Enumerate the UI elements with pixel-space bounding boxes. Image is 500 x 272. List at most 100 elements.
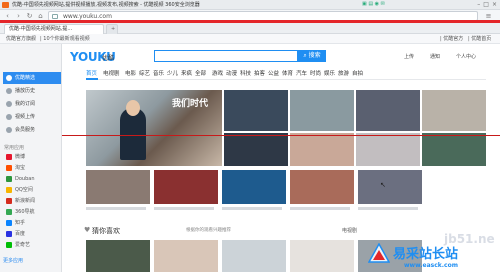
nav-360-icon — [6, 209, 12, 215]
sidebar-item-subscriptions[interactable]: 我的订阅 — [3, 98, 61, 110]
video-tile[interactable] — [422, 133, 486, 166]
nav-item[interactable]: 来疯 — [181, 70, 192, 79]
search-input[interactable] — [154, 50, 298, 62]
sidebar-more-apps[interactable]: 更多应用 — [3, 257, 23, 264]
back-icon[interactable]: ‹ — [3, 12, 12, 20]
video-tile[interactable] — [154, 170, 218, 204]
video-tile[interactable] — [290, 240, 354, 272]
video-tile[interactable] — [290, 90, 354, 131]
browser-logo-icon — [2, 2, 9, 8]
nav-item[interactable]: 游戏 — [212, 70, 223, 79]
youku-logo-cn: 优酷 — [102, 55, 115, 62]
nav-item[interactable]: 时尚 — [310, 70, 321, 79]
nav-item[interactable]: 少儿 — [167, 70, 178, 79]
sidebar-item-upload[interactable]: 视频上传 — [3, 111, 61, 123]
lock-icon — [52, 14, 58, 19]
sidebar-item-label: 播放历史 — [15, 88, 36, 94]
upload-link[interactable]: 上传 — [404, 53, 414, 60]
notify-link[interactable]: 通知 — [430, 53, 440, 60]
video-tile[interactable] — [222, 170, 286, 204]
sidebar-app-item[interactable]: 爱奇艺 — [3, 240, 61, 250]
nav-item[interactable]: 体育 — [282, 70, 293, 79]
user-center-link[interactable]: 个人中心 — [456, 53, 476, 60]
menu-icon[interactable]: ≡ — [484, 12, 493, 20]
bookmark-item[interactable]: | 优酷首页 — [468, 35, 491, 43]
nav-item[interactable]: 音乐 — [153, 70, 164, 79]
section-tv-label[interactable]: 电视剧 — [342, 227, 357, 234]
sidebar-app-item[interactable]: QQ空间 — [3, 185, 61, 195]
sidebar-app-item[interactable]: 知乎 — [3, 218, 61, 228]
hero-face — [126, 100, 140, 116]
video-tile[interactable] — [356, 90, 420, 131]
nav-item[interactable]: 动漫 — [226, 70, 237, 79]
video-tile[interactable] — [86, 240, 150, 272]
sidebar-app-label: 百度 — [15, 231, 26, 237]
sidebar-app-item[interactable]: Douban — [3, 174, 61, 184]
video-tile[interactable] — [154, 240, 218, 272]
video-tile[interactable] — [422, 90, 486, 131]
annotation-red-line — [62, 135, 500, 136]
window-titlebar: 优酷-中国领先视频网站,提供视频播放,视频发布,视频搜索 - 优酷视频 360安… — [0, 0, 500, 10]
bookmark-item[interactable]: | 优酷官方 — [440, 35, 463, 43]
nav-item[interactable]: 自拍 — [352, 70, 363, 79]
sidebar-app-item[interactable]: 淘宝 — [3, 163, 61, 173]
video-tile[interactable] — [358, 170, 422, 204]
sidebar-app-item[interactable]: 新浪新闻 — [3, 196, 61, 206]
nav-item[interactable]: 拍客 — [254, 70, 265, 79]
sidebar-item-membership[interactable]: 会员服务 — [3, 124, 61, 136]
nav-item[interactable]: 旅游 — [338, 70, 349, 79]
hero-banner[interactable]: 我们时代 — [86, 90, 222, 166]
nav-active-indicator — [86, 78, 98, 80]
tile-title-line — [222, 207, 282, 210]
sidebar-app-item[interactable]: 百度 — [3, 229, 61, 239]
sidebar-app-label: Douban — [15, 176, 35, 182]
search-button[interactable]: ⌕ 搜索 — [298, 50, 326, 62]
video-tile[interactable] — [224, 90, 288, 131]
tab-youku[interactable]: 优酷-中国领先视频网站,提... — [4, 24, 104, 34]
video-tile[interactable] — [222, 240, 286, 272]
nav-item[interactable]: 电影 — [125, 70, 136, 79]
sidebar-app-label: 知乎 — [15, 220, 26, 226]
window-controls: – □ × — [477, 1, 497, 9]
extension-icons[interactable]: ▣ ▤ ◉ ✉ — [362, 1, 385, 7]
video-tile[interactable] — [86, 170, 150, 204]
maximize-icon[interactable]: □ — [483, 1, 489, 9]
taobao-icon — [6, 165, 12, 171]
video-tile[interactable] — [224, 133, 288, 166]
search-icon: ⌕ — [303, 52, 307, 59]
sidebar-app-label: 360导航 — [15, 209, 35, 215]
sidebar-app-label: 新浪新闻 — [15, 198, 36, 204]
sidebar-app-item[interactable]: 360导航 — [3, 207, 61, 217]
bookmark-item[interactable]: | 10个你最新观看视频 — [40, 35, 90, 43]
iqiyi-icon — [6, 242, 12, 248]
forward-icon[interactable]: › — [14, 12, 23, 20]
video-tile[interactable] — [290, 170, 354, 204]
sidebar-app-label: QQ空间 — [15, 187, 33, 193]
nav-item[interactable]: 科技 — [240, 70, 251, 79]
close-icon[interactable]: × — [492, 1, 497, 9]
sidebar-heading: 常用应用 — [4, 145, 25, 151]
video-tile[interactable] — [290, 133, 354, 166]
sidebar-item-label: 我的订阅 — [15, 101, 36, 107]
sidebar-app-item[interactable]: 微博 — [3, 152, 61, 162]
news-icon — [6, 198, 12, 204]
nav-divider — [86, 79, 486, 80]
tab-strip: 优酷-中国领先视频网站,提... + — [0, 23, 500, 34]
nav-item[interactable]: 娱乐 — [324, 70, 335, 79]
nav-item[interactable]: 综艺 — [139, 70, 150, 79]
nav-item[interactable]: 电视剧 — [103, 70, 120, 79]
watermark-url: www.easck.com — [404, 262, 458, 269]
vip-icon — [6, 127, 12, 133]
nav-item[interactable]: 全部 — [195, 70, 206, 79]
bookmark-item[interactable]: 优酷官方旗舰 — [6, 35, 36, 43]
refresh-icon[interactable]: ↻ — [25, 12, 34, 20]
sidebar-item-featured[interactable]: 优酷精选 — [3, 72, 61, 84]
screen: 优酷-中国领先视频网站,提供视频播放,视频发布,视频搜索 - 优酷视频 360安… — [0, 0, 500, 272]
video-tile[interactable] — [356, 133, 420, 166]
sidebar-item-history[interactable]: 播放历史 — [3, 85, 61, 97]
nav-item[interactable]: 汽车 — [296, 70, 307, 79]
new-tab-button[interactable]: + — [106, 24, 118, 34]
minimize-icon[interactable]: – — [477, 1, 480, 9]
home-icon[interactable]: ⌂ — [36, 12, 45, 20]
nav-item[interactable]: 公益 — [268, 70, 279, 79]
